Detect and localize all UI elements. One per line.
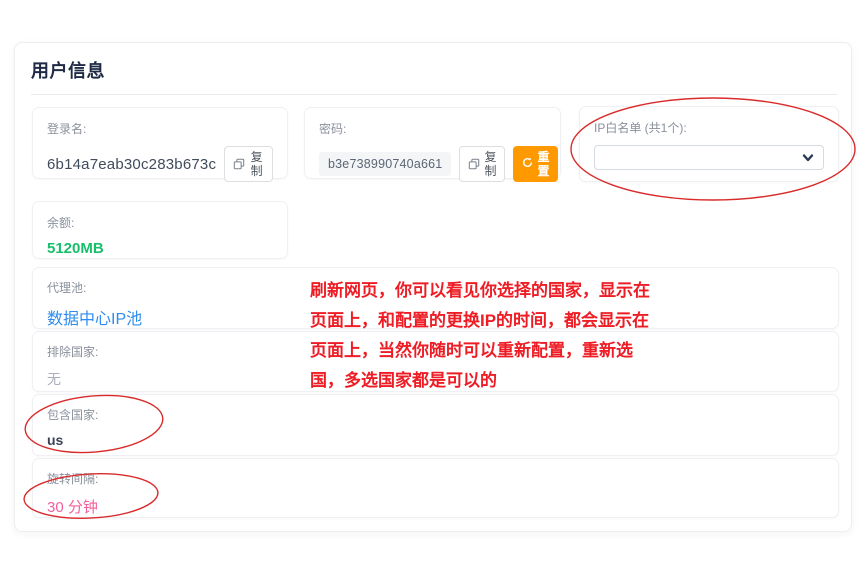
title-divider: [31, 94, 837, 95]
login-value: 6b14a7eab30c283b673c: [47, 156, 216, 173]
ip-whitelist-label: IP白名单 (共1个):: [594, 119, 824, 136]
rotation-interval-value: 30 分钟: [47, 496, 824, 517]
rotation-interval-label: 旋转间隔:: [47, 470, 824, 487]
login-label: 登录名:: [47, 120, 273, 137]
refresh-icon: [522, 157, 533, 171]
copy-icon: [233, 158, 245, 170]
annotation-line: 刷新网页，你可以看见你选择的国家，显示在: [310, 276, 670, 306]
password-card: 密码: b3e738990740a661 复制 重置: [304, 107, 561, 179]
balance-label: 余额:: [47, 214, 273, 231]
copy-password-button[interactable]: 复制: [459, 146, 505, 182]
ip-whitelist-select[interactable]: [594, 145, 824, 170]
annotation-line: 页面上，和配置的更换IP的时间，都会显示在: [310, 306, 670, 336]
rotation-interval-row: 旋转间隔: 30 分钟: [32, 458, 839, 518]
balance-value: 5120MB: [47, 240, 273, 257]
copy-login-label: 复制: [249, 150, 264, 178]
annotation-line: 国，多选国家都是可以的: [310, 366, 670, 396]
ip-whitelist-card: IP白名单 (共1个):: [579, 106, 839, 182]
login-card: 登录名: 6b14a7eab30c283b673c 复制: [32, 107, 288, 179]
annotation-line: 页面上，当然你随时可以重新配置，重新选: [310, 336, 670, 366]
red-annotation-text: 刷新网页，你可以看见你选择的国家，显示在 页面上，和配置的更换IP的时间，都会显…: [310, 276, 670, 396]
copy-icon: [468, 158, 480, 170]
copy-password-label: 复制: [484, 150, 496, 178]
balance-card: 余额: 5120MB: [32, 201, 288, 259]
included-countries-value: us: [47, 432, 824, 448]
reset-password-label: 重置: [537, 150, 549, 178]
included-countries-row: 包含国家: us: [32, 394, 839, 456]
password-value: b3e738990740a661: [319, 152, 451, 176]
chevron-down-icon: [801, 151, 815, 170]
copy-login-button[interactable]: 复制: [224, 146, 273, 182]
page-title: 用户信息: [31, 57, 105, 83]
reset-password-button[interactable]: 重置: [513, 146, 558, 182]
password-label: 密码:: [319, 120, 546, 137]
included-countries-label: 包含国家:: [47, 406, 824, 423]
